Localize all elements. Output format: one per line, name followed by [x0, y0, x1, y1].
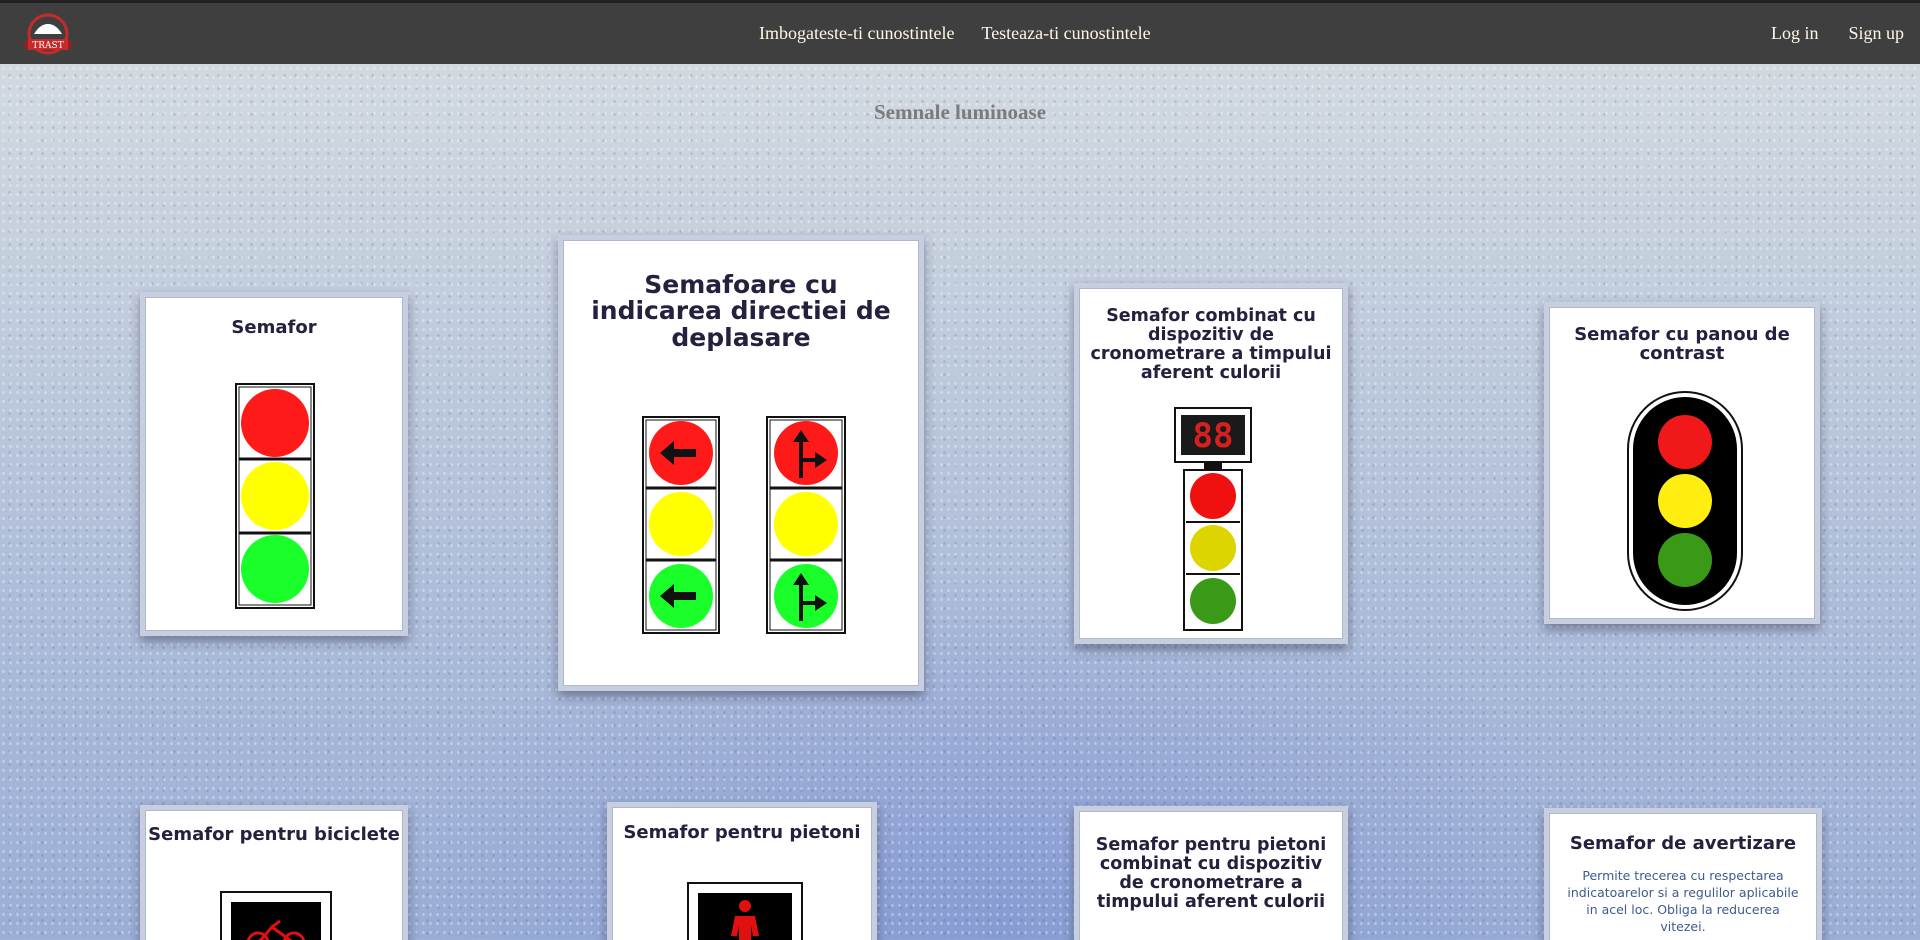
- card-title: Semafor pentru pietoni: [623, 822, 861, 843]
- logo-text: TRAST: [32, 41, 63, 51]
- login-link[interactable]: Log in: [1771, 23, 1819, 44]
- timer-digits: 88: [1193, 416, 1234, 456]
- pedestrian-traffic-light-icon: [687, 882, 803, 940]
- card-title: Semafor pentru biciclete: [148, 824, 400, 845]
- traffic-light-icon: [235, 383, 315, 609]
- card-semafor-pietoni[interactable]: Semafor pentru pietoni: [607, 802, 877, 940]
- timer-traffic-light-icon: 88: [1174, 407, 1254, 631]
- card-semafor-cronometru[interactable]: Semafor combinat cu dispozitiv de cronom…: [1074, 283, 1348, 644]
- card-semafor[interactable]: Semafor: [140, 292, 408, 636]
- card-semafor-panou-contrast[interactable]: Semafor cu panou de contrast: [1544, 302, 1820, 624]
- card-title: Semafor de avertizare: [1569, 833, 1797, 854]
- card-title: Semafor pentru pietoni combinat cu dispo…: [1095, 835, 1327, 912]
- nav-link-learn[interactable]: Imbogateste-ti cunostintele: [759, 23, 954, 44]
- nav-link-test[interactable]: Testeaza-ti cunostintele: [981, 23, 1150, 44]
- contrast-panel-traffic-light-icon: [1626, 390, 1744, 612]
- card-semafor-biciclete[interactable]: Semafor pentru biciclete: [140, 805, 408, 940]
- page-title: Semnale luminoase: [873, 100, 1047, 124]
- card-title: Semafoare cu indicarea directiei de depl…: [591, 270, 891, 352]
- card-title: Semafor: [231, 317, 317, 338]
- card-semafor-pietoni-cronometru[interactable]: Semafor pentru pietoni combinat cu dispo…: [1074, 806, 1348, 940]
- card-semafoare-directie[interactable]: Semafoare cu indicarea directiei de depl…: [558, 235, 924, 691]
- top-navbar: TRAST Imbogateste-ti cunostintele Testea…: [0, 0, 1920, 64]
- card-title: Semafor combinat cu dispozitiv de cronom…: [1090, 306, 1332, 383]
- arrow-traffic-lights-icon: [642, 416, 848, 634]
- site-logo[interactable]: TRAST: [20, 12, 76, 58]
- bicycle-traffic-light-icon: [220, 891, 332, 940]
- card-description: Permite trecerea cu respectarea indicato…: [1567, 867, 1799, 934]
- card-title: Semafor cu panou de contrast: [1574, 324, 1790, 364]
- card-semafor-avertizare[interactable]: Semafor de avertizare Permite trecerea c…: [1544, 808, 1822, 940]
- signup-link[interactable]: Sign up: [1848, 23, 1904, 44]
